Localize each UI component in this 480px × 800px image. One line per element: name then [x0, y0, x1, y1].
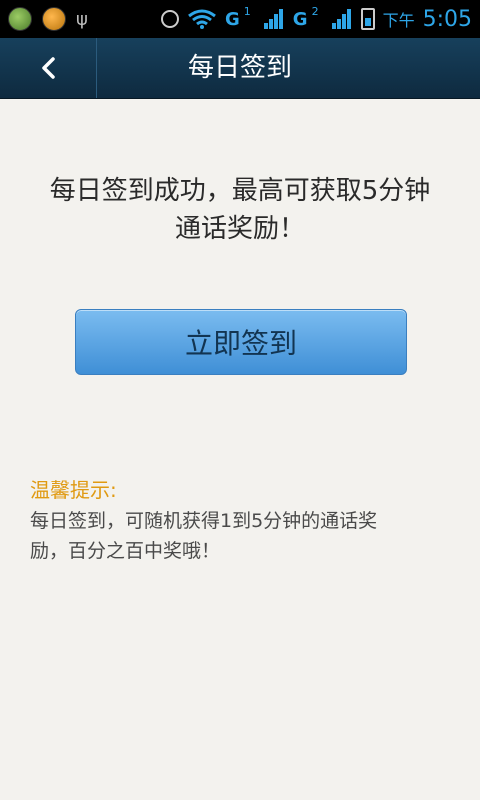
usb-icon: ψ [76, 8, 88, 30]
success-message-line: 每日签到成功，最高可获取5分钟 [49, 176, 431, 206]
page-title: 每日签到 [187, 53, 292, 83]
time-period-label: 下午 [382, 11, 415, 30]
tip-body: 每日签到，可随机获得1到5分钟的通话奖 励，百分之百中奖哦！ [30, 506, 460, 566]
checkin-button[interactable]: 立即签到 [75, 309, 407, 375]
sim-slot-label: 2 [311, 4, 319, 18]
status-bar: ψ G 1 G 2 下午 5:05 [0, 0, 480, 38]
battery-icon [360, 8, 375, 30]
title-bar: 每日签到 [0, 38, 480, 99]
clock-time: 5:05 [422, 6, 472, 32]
tip-line: 每日签到，可随机获得1到5分钟的通话奖 [30, 510, 378, 532]
chevron-left-icon [42, 57, 55, 79]
signal-strength-icon [263, 9, 283, 29]
success-message-line: 通话奖励！ [174, 214, 305, 244]
signal-strength-icon [331, 9, 351, 29]
tip-line: 励，百分之百中奖哦！ [30, 540, 221, 562]
success-message: 每日签到成功，最高可获取5分钟 通话奖励！ [18, 172, 462, 248]
alarm-icon [161, 10, 180, 28]
sim-slot-label: 1 [243, 4, 251, 18]
app-notification-icon [42, 7, 66, 31]
network-type-label: G [225, 8, 240, 30]
back-button[interactable] [0, 38, 97, 98]
wifi-icon [188, 9, 216, 29]
app-notification-icon [8, 7, 32, 31]
tip-heading: 温馨提示: [30, 478, 117, 502]
network-type-label: G [292, 8, 308, 30]
